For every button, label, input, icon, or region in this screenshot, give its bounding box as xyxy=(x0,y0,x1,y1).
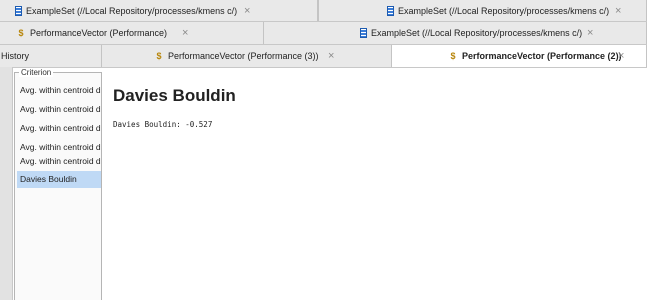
tab-row-1: ExampleSet (//Local Repository/processes… xyxy=(0,0,647,22)
close-icon[interactable]: × xyxy=(182,27,188,39)
criterion-item[interactable]: Avg. within centroid dis... xyxy=(17,153,101,170)
tab-label: PerformanceVector (Performance (3)) xyxy=(168,51,319,61)
criterion-item[interactable]: Avg. within centroid dis... xyxy=(17,82,101,99)
tab-performance-vector-2[interactable]: $ PerformanceVector (Performance (2)) × xyxy=(392,45,647,67)
tab-label: History xyxy=(1,51,30,61)
tab-row-2: $ PerformanceVector (Performance) × Exam… xyxy=(0,22,647,45)
criterion-item-selected[interactable]: Davies Bouldin xyxy=(17,171,101,188)
close-icon[interactable]: × xyxy=(328,50,334,62)
page-title: Davies Bouldin xyxy=(113,86,236,105)
tab-row-3: History $ PerformanceVector (Performance… xyxy=(0,45,647,68)
tab-label: ExampleSet (//Local Repository/processes… xyxy=(371,28,583,38)
performance-vector-icon: $ xyxy=(156,51,162,61)
close-icon[interactable]: × xyxy=(618,50,624,62)
tab-label: ExampleSet (//Local Repository/processes… xyxy=(26,5,238,16)
close-icon[interactable]: × xyxy=(615,5,621,17)
tab-performance-vector[interactable]: $ PerformanceVector (Performance) × xyxy=(0,22,264,44)
side-panel-strip xyxy=(0,67,13,300)
close-icon[interactable]: × xyxy=(587,27,593,39)
tab-performance-vector-3[interactable]: $ PerformanceVector (Performance (3)) × xyxy=(102,45,392,67)
performance-vector-icon: $ xyxy=(450,51,456,61)
example-set-icon xyxy=(387,5,394,16)
criterion-legend: Criterion xyxy=(19,68,54,77)
close-icon[interactable]: × xyxy=(244,5,250,17)
criterion-item[interactable]: Avg. within centroid dis... xyxy=(17,120,101,137)
performance-value: Davies Bouldin: -0.527 xyxy=(113,120,213,129)
tab-label: PerformanceVector (Performance) xyxy=(30,28,168,38)
tab-history[interactable]: History xyxy=(0,45,102,67)
tab-label: PerformanceVector (Performance (2)) xyxy=(462,51,622,61)
criterion-item[interactable]: Avg. within centroid dis... xyxy=(17,101,101,118)
performance-vector-icon: $ xyxy=(18,28,24,38)
tab-label: ExampleSet (//Local Repository/processes… xyxy=(398,5,610,16)
example-set-icon xyxy=(15,5,22,16)
tab-exampleset-1[interactable]: ExampleSet (//Local Repository/processes… xyxy=(0,0,318,21)
tab-exampleset-3[interactable]: ExampleSet (//Local Repository/processes… xyxy=(264,22,647,44)
example-set-icon xyxy=(360,28,367,38)
tab-exampleset-2[interactable]: ExampleSet (//Local Repository/processes… xyxy=(318,0,647,21)
